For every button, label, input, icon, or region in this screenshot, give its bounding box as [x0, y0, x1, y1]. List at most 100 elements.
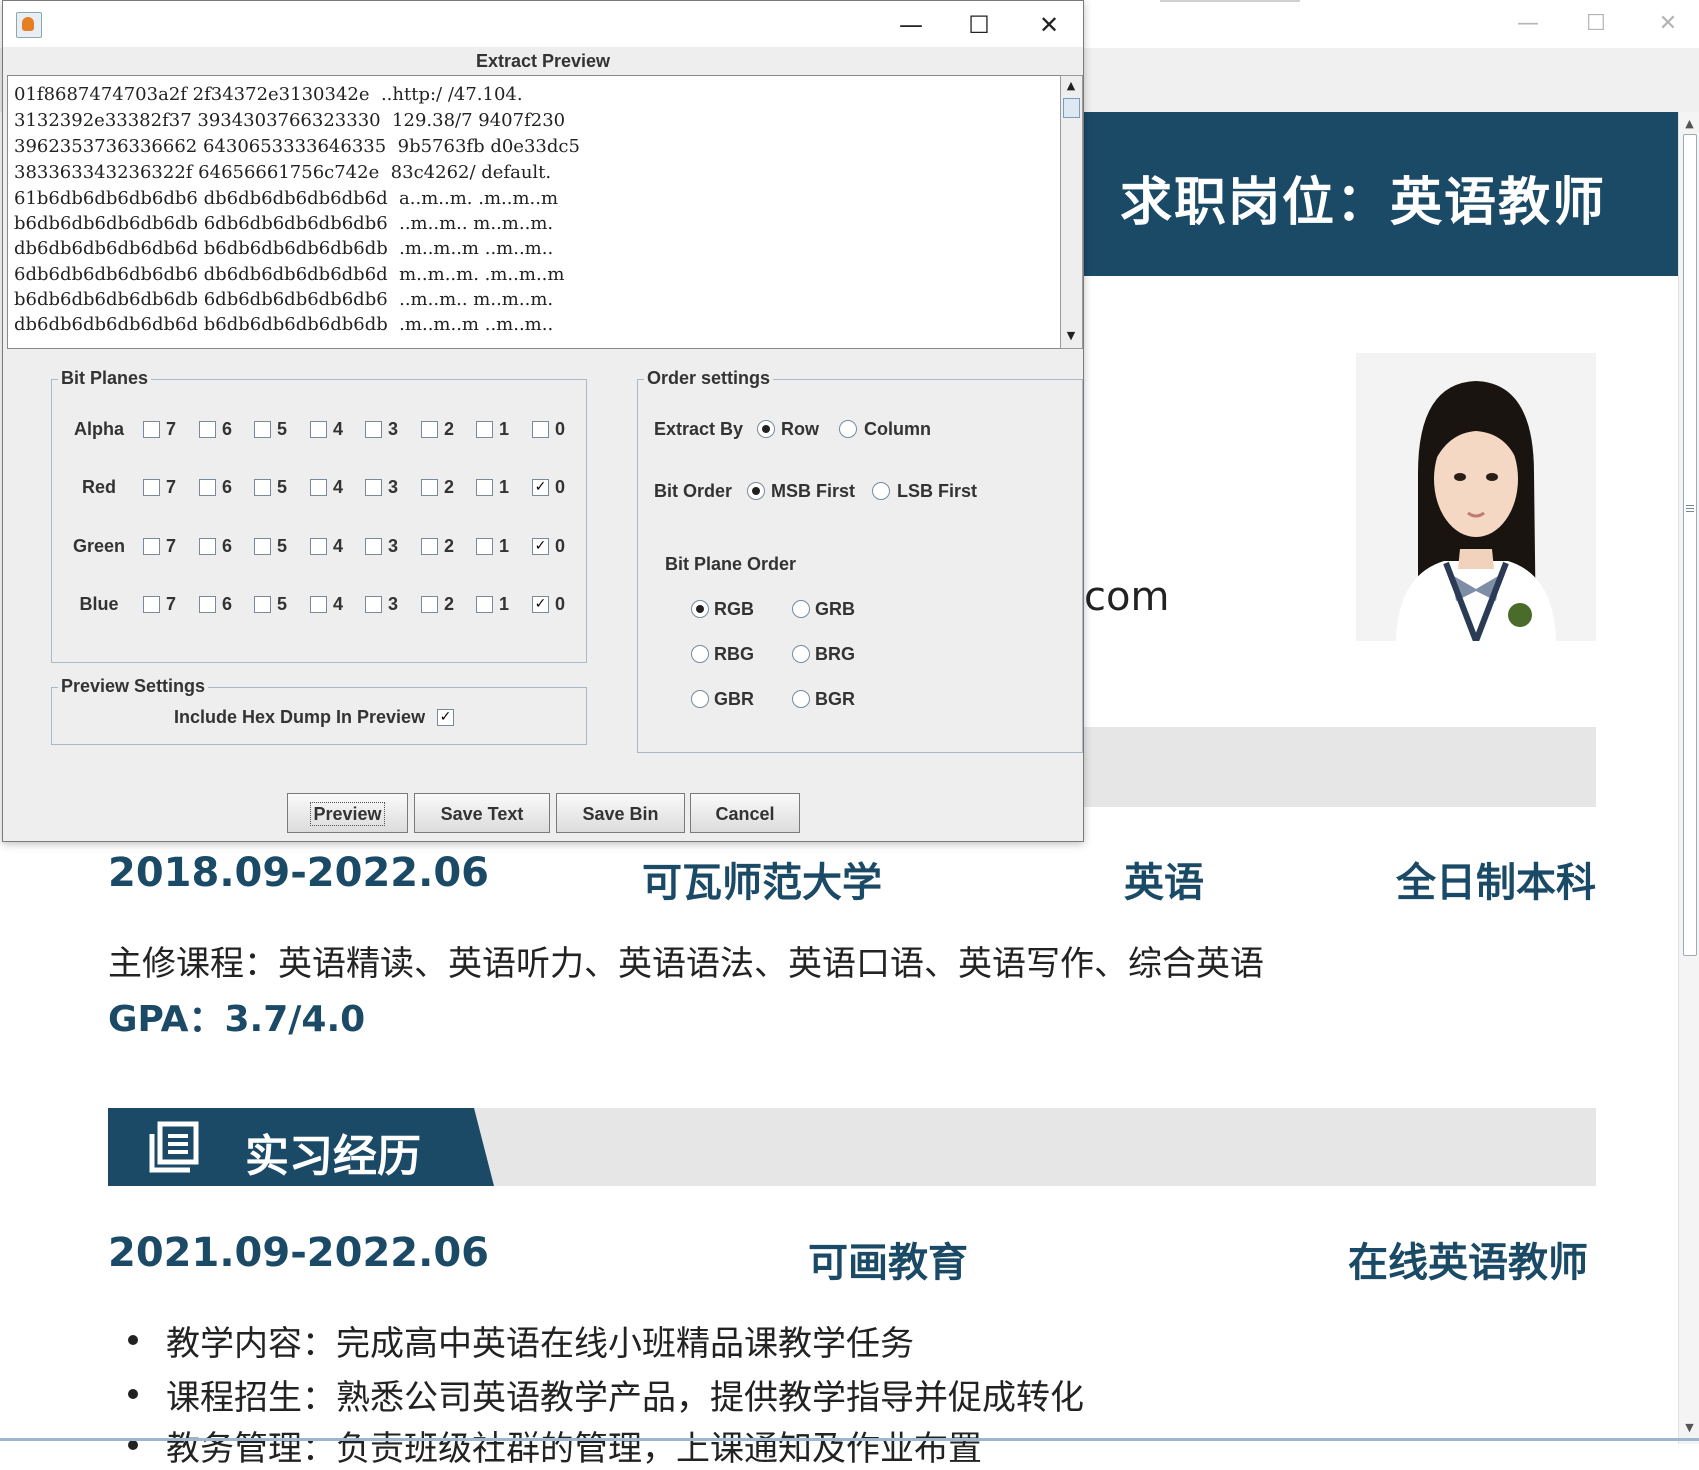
viewer-vertical-scrollbar[interactable]: ▲ ▼ — [1678, 112, 1699, 1444]
bit-plane-row-label: Blue — [79, 594, 119, 614]
hex-scroll-thumb[interactable] — [1063, 98, 1080, 118]
bit-plane-bit-label: 5 — [277, 536, 288, 556]
bit-plane-checkbox[interactable] — [421, 538, 438, 555]
hex-line: 6db6db6db6db6db6 db6db6db6db6db6d m..m..… — [14, 264, 565, 285]
extract-by-label: Extract By — [654, 419, 744, 439]
viewer-minimize-icon[interactable]: — — [1508, 8, 1548, 40]
bit-plane-checkbox[interactable] — [476, 421, 493, 438]
viewer-title-accent-gray — [1160, 0, 1300, 2]
education-school: 可瓦师范大学 — [642, 860, 882, 906]
bit-plane-checkbox[interactable]: ✓ — [532, 538, 549, 555]
bit-plane-checkbox[interactable] — [365, 596, 382, 613]
bit-plane-bit-label: 1 — [499, 477, 510, 497]
plane-order-gbr-radio[interactable] — [691, 690, 709, 708]
bit-plane-checkbox[interactable] — [143, 421, 160, 438]
viewer-scroll-thumb[interactable] — [1683, 134, 1697, 956]
bit-plane-checkbox[interactable] — [199, 479, 216, 496]
bit-order-msb-radio[interactable] — [747, 482, 765, 500]
bit-plane-checkbox[interactable] — [254, 596, 271, 613]
document-icon — [149, 1121, 199, 1173]
plane-order-grb-label[interactable]: GRB — [815, 599, 855, 620]
viewer-bottom-border — [0, 1438, 1699, 1441]
bit-plane-checkbox[interactable] — [310, 421, 327, 438]
bit-plane-checkbox[interactable] — [143, 596, 160, 613]
bit-plane-bit-label: 0 — [555, 419, 566, 439]
bit-plane-checkbox[interactable] — [199, 421, 216, 438]
bit-plane-checkbox[interactable] — [254, 479, 271, 496]
scroll-up-icon[interactable]: ▲ — [1063, 78, 1079, 94]
plane-order-gbr-label[interactable]: GBR — [714, 689, 754, 710]
bit-plane-bit-label: 3 — [388, 536, 399, 556]
bit-plane-checkbox[interactable] — [532, 421, 549, 438]
bit-plane-bit-label: 7 — [166, 419, 177, 439]
grip-line — [1686, 511, 1694, 512]
hex-vertical-scrollbar[interactable]: ▲ ▼ — [1060, 75, 1083, 349]
hex-line: 3132392e33382f37 3934303766323330 129.38… — [14, 110, 566, 131]
education-degree: 全日制本科 — [1396, 860, 1596, 906]
bit-plane-bit-label: 5 — [277, 419, 288, 439]
bit-order-msb-label[interactable]: MSB First — [771, 481, 855, 502]
bit-plane-bit-label: 6 — [222, 477, 233, 497]
bit-plane-checkbox[interactable] — [421, 596, 438, 613]
dialog-titlebar[interactable]: — ☐ ✕ — [3, 1, 1083, 47]
resume-email-fragment: com — [1084, 574, 1170, 620]
bit-plane-bit-label: 5 — [277, 477, 288, 497]
scroll-down-icon[interactable]: ▼ — [1682, 1420, 1697, 1435]
bit-plane-checkbox[interactable] — [310, 596, 327, 613]
bit-plane-checkbox[interactable] — [476, 479, 493, 496]
preview-button-label: Preview — [310, 802, 385, 826]
bit-plane-checkbox[interactable] — [143, 538, 160, 555]
bit-order-lsb-label[interactable]: LSB First — [897, 481, 977, 502]
bit-planes-title: Bit Planes — [58, 368, 152, 389]
bit-plane-checkbox[interactable] — [310, 479, 327, 496]
plane-order-bgr-label[interactable]: BGR — [815, 689, 855, 710]
bit-plane-checkbox[interactable]: ✓ — [532, 479, 549, 496]
minimize-icon[interactable]: — — [881, 5, 941, 45]
bit-plane-checkbox[interactable] — [365, 479, 382, 496]
bit-plane-checkbox[interactable] — [310, 538, 327, 555]
bit-plane-bit-label: 0 — [555, 594, 566, 614]
bit-plane-bit-label: 0 — [555, 477, 566, 497]
scroll-up-icon[interactable]: ▲ — [1682, 116, 1697, 131]
maximize-icon[interactable]: ☐ — [949, 5, 1009, 45]
radio-selected-dot — [762, 425, 770, 433]
plane-order-rbg-radio[interactable] — [691, 645, 709, 663]
plane-order-grb-radio[interactable] — [792, 600, 810, 618]
include-hex-checkbox[interactable]: ✓ — [437, 709, 454, 726]
bit-plane-checkbox[interactable] — [421, 479, 438, 496]
bit-plane-checkbox[interactable]: ✓ — [532, 596, 549, 613]
bit-plane-bit-label: 3 — [388, 419, 399, 439]
bit-order-lsb-radio[interactable] — [872, 482, 890, 500]
save-bin-button[interactable]: Save Bin — [556, 793, 685, 833]
bit-plane-checkbox[interactable] — [365, 538, 382, 555]
plane-order-rbg-label[interactable]: RBG — [714, 644, 754, 665]
cancel-button[interactable]: Cancel — [690, 793, 800, 833]
scroll-down-icon[interactable]: ▼ — [1063, 328, 1079, 344]
preview-button[interactable]: Preview — [287, 793, 408, 833]
bit-plane-checkbox[interactable] — [143, 479, 160, 496]
hex-preview-area[interactable]: 01f8687474703a2f 2f34372e3130342e ..http… — [7, 75, 1061, 349]
plane-order-brg-label[interactable]: BRG — [815, 644, 855, 665]
hex-line: b6db6db6db6db6db 6db6db6db6db6db6 ..m..m… — [14, 213, 554, 234]
bit-plane-checkbox[interactable] — [476, 596, 493, 613]
extract-by-row-radio[interactable] — [757, 420, 775, 438]
bit-plane-checkbox[interactable] — [254, 538, 271, 555]
plane-order-bgr-radio[interactable] — [792, 690, 810, 708]
viewer-close-icon[interactable]: ✕ — [1648, 8, 1688, 40]
bit-plane-checkbox[interactable] — [365, 421, 382, 438]
extract-by-row-label[interactable]: Row — [781, 419, 819, 440]
plane-order-rgb-radio[interactable] — [691, 600, 709, 618]
bit-plane-checkbox[interactable] — [421, 421, 438, 438]
viewer-maximize-icon[interactable]: ☐ — [1576, 8, 1616, 40]
bit-plane-checkbox[interactable] — [476, 538, 493, 555]
extract-by-column-radio[interactable] — [839, 420, 857, 438]
plane-order-brg-radio[interactable] — [792, 645, 810, 663]
extract-by-column-label[interactable]: Column — [864, 419, 931, 440]
bit-plane-checkbox[interactable] — [199, 538, 216, 555]
bit-plane-checkbox[interactable] — [254, 421, 271, 438]
close-icon[interactable]: ✕ — [1019, 5, 1079, 45]
resume-section-band — [1082, 727, 1596, 807]
bit-plane-checkbox[interactable] — [199, 596, 216, 613]
plane-order-rgb-label[interactable]: RGB — [714, 599, 754, 620]
save-text-button[interactable]: Save Text — [414, 793, 550, 833]
